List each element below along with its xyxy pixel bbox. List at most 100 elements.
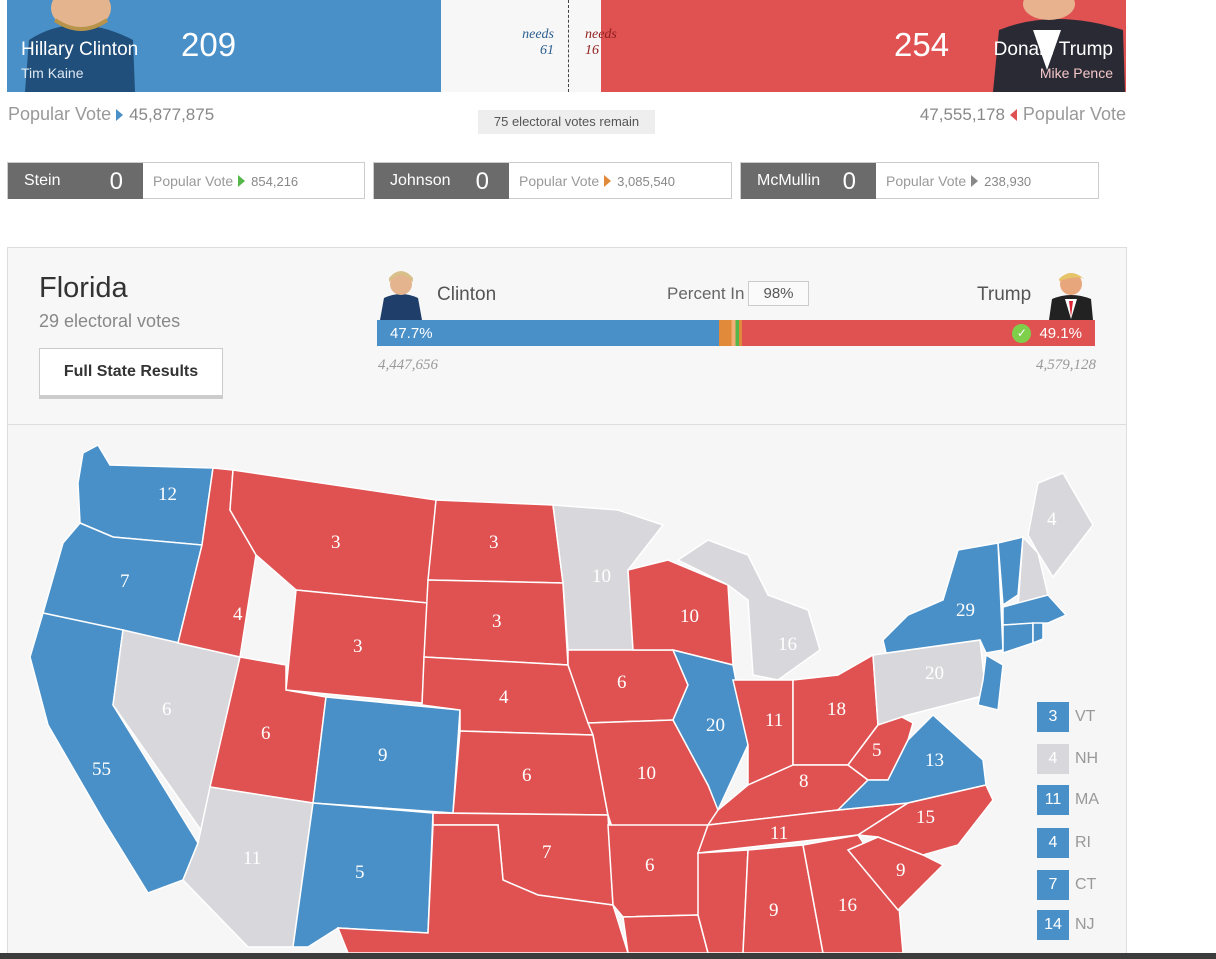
map-label: 10 (592, 566, 611, 587)
candidate-name: Johnson (390, 172, 451, 189)
full-state-results-button[interactable]: Full State Results (39, 348, 223, 399)
electoral-votes-remain: 75 electoral votes remain (478, 110, 655, 134)
state-mississippi[interactable] (697, 849, 749, 953)
percent-in-value: 98% (748, 281, 809, 306)
legend-votes[interactable]: 4 (1037, 828, 1069, 858)
map-label: 5 (872, 740, 882, 761)
trump-panel: 254 Donald Trump Mike Pence (601, 0, 1126, 92)
map-label: 29 (956, 600, 975, 621)
clinton-percent: 47.7% (390, 325, 433, 342)
legend-state: CT (1075, 876, 1097, 893)
majority-line (568, 0, 569, 92)
state-iowa[interactable] (567, 649, 689, 724)
trump-vp: Mike Pence (1039, 65, 1113, 81)
left-candidate-name: Clinton (437, 284, 497, 305)
state-connecticut[interactable] (1002, 622, 1034, 655)
percent-in-label: Percent In (667, 284, 745, 303)
candidate-name: McMullin (757, 172, 821, 189)
us-electoral-map[interactable]: 12 7 55 6 4 3 3 6 9 5 11 3 3 4 6 7 10 6 … (8, 425, 1126, 953)
map-label: 4 (233, 604, 243, 625)
map-label: 12 (158, 484, 177, 505)
legend-votes[interactable]: 14 (1037, 910, 1069, 940)
state-rhode-island[interactable] (1032, 622, 1044, 645)
map-label: 3 (331, 532, 341, 553)
map-label: 15 (916, 807, 935, 828)
map-label: 8 (799, 771, 809, 792)
map-label: 6 (617, 672, 627, 693)
florida-result-bar: 47.7% ✓ 49.1% (377, 320, 1095, 346)
map-label: 11 (243, 848, 261, 869)
map-label: 16 (838, 895, 857, 916)
map-label: 3 (353, 636, 363, 657)
clinton-popular-vote: Popular Vote 45,877,875 (8, 104, 215, 124)
play-right-icon (971, 175, 979, 187)
third-party-johnson: Johnson 0 Popular Vote 3,085,540 (373, 162, 732, 199)
map-label: 7 (120, 571, 130, 592)
map-label: 9 (896, 860, 906, 881)
map-label: 11 (765, 710, 783, 731)
clinton-thumbnail (380, 271, 422, 320)
map-label: 16 (778, 634, 797, 655)
clinton-electoral-votes: 209 (181, 26, 237, 63)
trump-thumbnail (1049, 273, 1093, 320)
other-bar-segment (719, 320, 742, 346)
candidate-ev: 0 (842, 168, 856, 195)
legend-votes[interactable]: 11 (1037, 785, 1069, 815)
state-arkansas[interactable] (607, 824, 709, 918)
map-label: 4 (499, 687, 509, 708)
map-label: 55 (92, 759, 111, 780)
play-right-icon (238, 175, 246, 187)
map-label: 9 (378, 745, 388, 766)
legend-state: NJ (1075, 916, 1095, 933)
map-label: 20 (706, 715, 725, 736)
map-label: 3 (489, 532, 499, 553)
state-new-york[interactable] (882, 542, 1004, 654)
legend-votes[interactable]: 3 (1037, 702, 1069, 732)
clinton-name: Hillary Clinton (21, 39, 139, 60)
map-label: 13 (925, 750, 944, 771)
right-candidate-name: Trump (977, 284, 1032, 305)
map-label: 6 (261, 723, 271, 744)
trump-vote-count: 4,579,128 (1036, 357, 1096, 373)
horizontal-scrollbar[interactable] (0, 953, 1216, 959)
state-louisiana[interactable] (622, 914, 709, 953)
map-label: 9 (769, 900, 779, 921)
legend-state: MA (1075, 791, 1099, 808)
map-label: 5 (355, 862, 365, 883)
map-label: 7 (542, 842, 552, 863)
clinton-vote-count: 4,447,656 (378, 357, 438, 373)
candidate-ev: 0 (475, 168, 489, 195)
trump-needs: needs 16 (585, 27, 617, 58)
legend-votes[interactable]: 4 (1037, 744, 1069, 774)
map-label: 4 (1047, 509, 1057, 530)
legend-state: VT (1075, 708, 1096, 725)
trump-electoral-votes: 254 (894, 26, 950, 63)
play-right-icon (604, 175, 612, 187)
clinton-vp: Tim Kaine (21, 65, 84, 81)
legend-votes[interactable]: 7 (1037, 870, 1069, 900)
trump-percent: ✓ 49.1% (1012, 324, 1082, 343)
map-label: 11 (770, 823, 788, 844)
map-label: 10 (637, 763, 656, 784)
map-label: 6 (645, 855, 655, 876)
third-party-mcmullin: McMullin 0 Popular Vote 238,930 (740, 162, 1099, 199)
trump-name: Donald Trump (993, 39, 1113, 60)
map-label: 18 (827, 699, 846, 720)
map-label: 20 (925, 663, 944, 684)
state-electoral-votes: 29 electoral votes (39, 311, 181, 331)
map-label: 3 (492, 611, 502, 632)
map-label: 6 (522, 765, 532, 786)
trump-popular-vote: 47,555,178 Popular Vote (919, 104, 1126, 124)
legend-state: RI (1075, 834, 1091, 851)
play-right-icon (116, 109, 124, 121)
map-label: 6 (162, 699, 172, 720)
clinton-panel: Hillary Clinton Tim Kaine 209 (7, 0, 441, 92)
legend-state: NH (1075, 750, 1099, 767)
map-label: 10 (680, 606, 699, 627)
state-title: Florida (39, 272, 128, 304)
candidate-ev: 0 (109, 168, 123, 195)
clinton-needs: needs 61 (522, 27, 554, 58)
candidate-name: Stein (24, 172, 61, 189)
third-party-stein: Stein 0 Popular Vote 854,216 (7, 162, 365, 199)
play-left-icon (1009, 109, 1017, 121)
